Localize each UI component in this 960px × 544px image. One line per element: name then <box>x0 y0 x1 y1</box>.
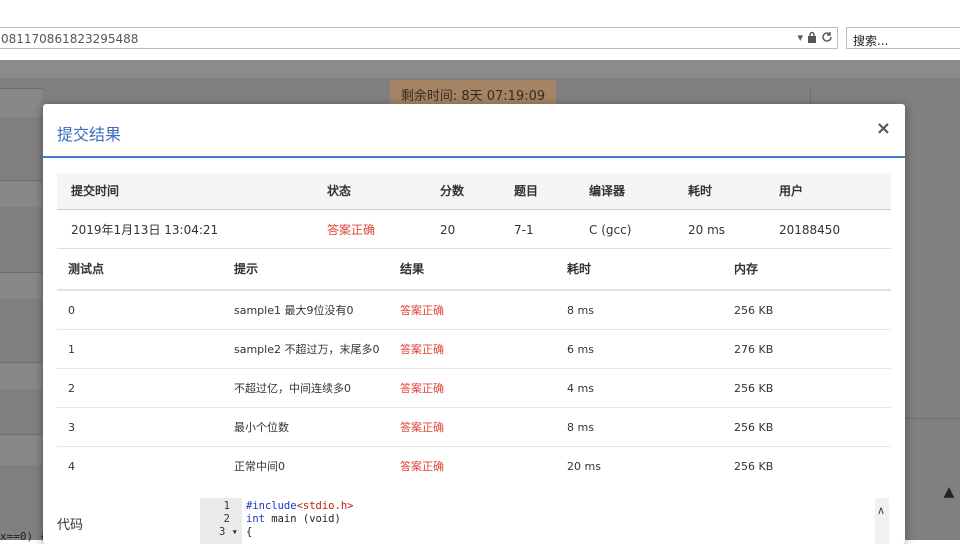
case-hint: 正常中间0 <box>234 460 285 473</box>
column-header: 结果 <box>400 262 425 276</box>
case-id: 1 <box>68 343 75 356</box>
code-editor[interactable]: 1 2 3 ▾ #include<stdio.h> int main (void… <box>200 498 890 544</box>
table-row: 2 不超过亿，中间连续多0 答案正确 4 ms 256 KB <box>57 369 891 408</box>
code-token: { <box>246 526 253 538</box>
table-row: 4 正常中间0 答案正确 20 ms 256 KB <box>57 447 891 485</box>
status-badge[interactable]: 答案正确 <box>327 210 375 250</box>
background-row <box>0 434 42 465</box>
line-number: 3 ▾ <box>219 526 238 538</box>
table-row: 3 最小个位数 答案正确 8 ms 256 KB <box>57 408 891 447</box>
case-id: 3 <box>68 421 75 434</box>
score: 20 <box>440 223 456 237</box>
code-token: <stdio.h> <box>296 500 354 512</box>
case-time: 6 ms <box>567 343 594 356</box>
code-token: #include <box>246 500 297 512</box>
case-memory: 256 KB <box>734 382 774 395</box>
problem-id[interactable]: 7-1 <box>514 210 534 250</box>
line-number: 2 <box>223 513 230 525</box>
code-line: #include<stdio.h> <box>246 500 353 512</box>
background-divider <box>905 418 960 419</box>
run-time: 20 ms <box>688 223 726 237</box>
column-header: 耗时 <box>567 262 592 276</box>
case-hint: sample2 不超过万，末尾多0 <box>234 343 380 356</box>
case-memory: 256 KB <box>734 304 774 317</box>
case-hint: sample1 最大9位没有0 <box>234 304 354 317</box>
close-button[interactable]: × <box>876 118 891 139</box>
case-id: 2 <box>68 382 75 395</box>
case-hint: 不超过亿，中间连续多0 <box>234 382 351 395</box>
table-header: 测试点 提示 结果 耗时 内存 <box>57 249 891 291</box>
url-text: 081170861823295488 <box>1 32 139 46</box>
background-row <box>0 362 42 389</box>
column-header[interactable]: 用户 <box>779 173 803 209</box>
table-row: 2019年1月13日 13:04:21 答案正确 20 7-1 C (gcc) … <box>57 210 891 249</box>
refresh-icon[interactable] <box>821 31 833 46</box>
modal-header: 提交结果 × <box>43 104 905 158</box>
case-hint: 最小个位数 <box>234 421 289 434</box>
column-header[interactable]: 分数 <box>440 173 464 209</box>
table-row: 0 sample1 最大9位没有0 答案正确 8 ms 256 KB <box>57 291 891 330</box>
code-line: int main (void) <box>246 513 341 525</box>
column-header: 提示 <box>234 262 259 276</box>
address-bar[interactable]: 081170861823295488 ▾ <box>0 27 838 49</box>
column-header[interactable]: 题目 <box>514 173 538 209</box>
page-header-bar <box>0 60 960 78</box>
case-memory: 256 KB <box>734 421 774 434</box>
toolbar-separator <box>0 50 960 60</box>
column-header[interactable]: 提交时间 <box>71 173 119 209</box>
dropdown-icon[interactable]: ▾ <box>797 31 803 46</box>
line-number: 1 <box>223 500 230 512</box>
lock-icon[interactable] <box>807 31 817 46</box>
scroll-up-icon[interactable]: ▲ <box>940 484 958 514</box>
column-header[interactable]: 编译器 <box>589 173 625 209</box>
case-time: 8 ms <box>567 421 594 434</box>
modal-title: 提交结果 <box>57 125 122 144</box>
table-header: 提交时间 状态 分数 题目 编译器 耗时 用户 <box>57 173 891 210</box>
background-divider <box>810 88 811 104</box>
code-label: 代码 <box>57 518 84 533</box>
code-line: { <box>246 526 252 538</box>
column-header[interactable]: 耗时 <box>688 173 712 209</box>
submit-time: 2019年1月13日 13:04:21 <box>71 223 219 237</box>
background-code-fragment: x==0) { <box>0 530 47 543</box>
compiler: C (gcc) <box>589 223 632 237</box>
code-scrollbar[interactable]: ∧ <box>875 498 889 544</box>
submission-table: 提交时间 状态 分数 题目 编译器 耗时 用户 2019年1月13日 13:04… <box>57 173 891 249</box>
column-header[interactable]: 状态 <box>327 173 351 209</box>
case-result: 答案正确 <box>400 343 444 356</box>
browser-toolbar <box>0 0 960 26</box>
column-header: 测试点 <box>68 262 105 276</box>
background-row <box>0 272 42 299</box>
case-result: 答案正确 <box>400 304 444 317</box>
background-row <box>0 88 42 117</box>
case-memory: 256 KB <box>734 460 774 473</box>
test-case-table: 测试点 提示 结果 耗时 内存 0 sample1 最大9位没有0 答案正确 8… <box>57 249 891 485</box>
background-row <box>0 180 42 207</box>
case-time: 20 ms <box>567 460 601 473</box>
case-result: 答案正确 <box>400 421 444 434</box>
case-id: 4 <box>68 460 75 473</box>
case-result: 答案正确 <box>400 382 444 395</box>
case-result: 答案正确 <box>400 460 444 473</box>
case-memory: 276 KB <box>734 343 774 356</box>
case-id: 0 <box>68 304 75 317</box>
code-token: main (void) <box>264 513 341 525</box>
column-header: 内存 <box>734 262 759 276</box>
user-id[interactable]: 20188450 <box>779 210 840 250</box>
submission-result-modal: 提交结果 × 提交时间 状态 分数 题目 编译器 耗时 用户 2019年1月13… <box>43 104 905 544</box>
remaining-time-banner: 剩余时间: 8天 07:19:09 <box>390 80 556 106</box>
chevron-up-icon[interactable]: ∧ <box>877 504 885 517</box>
case-time: 8 ms <box>567 304 594 317</box>
table-row: 1 sample2 不超过万，末尾多0 答案正确 6 ms 276 KB <box>57 330 891 369</box>
case-time: 4 ms <box>567 382 594 395</box>
code-token: int <box>246 513 265 525</box>
search-placeholder: 搜索... <box>853 34 889 48</box>
browser-search-box[interactable]: 搜索... <box>846 27 960 49</box>
